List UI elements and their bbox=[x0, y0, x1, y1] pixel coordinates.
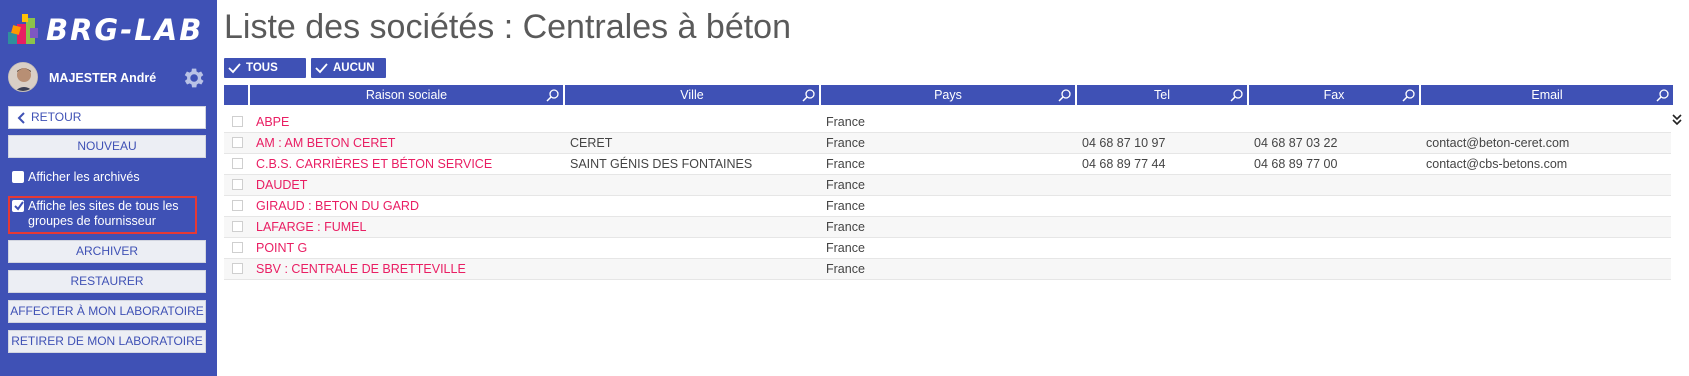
select-none-label: AUCUN bbox=[333, 62, 375, 74]
column-header-raison-sociale[interactable]: Raison sociale bbox=[250, 85, 563, 105]
show-all-sites-label-line2: groupes de fournisseur bbox=[28, 214, 156, 228]
cell-fax: 04 68 89 77 00 bbox=[1254, 157, 1338, 171]
cell-raison-sociale[interactable]: ABPE bbox=[256, 115, 289, 129]
search-icon[interactable] bbox=[1402, 88, 1416, 102]
column-label: Raison sociale bbox=[365, 88, 448, 102]
cell-ville: SAINT GÉNIS DES FONTAINES bbox=[570, 157, 753, 171]
search-icon[interactable] bbox=[1230, 88, 1244, 102]
archive-button[interactable]: ARCHIVER bbox=[8, 240, 206, 263]
row-checkbox[interactable] bbox=[232, 179, 243, 190]
check-icon bbox=[14, 201, 24, 211]
cell-pays: France bbox=[826, 220, 865, 234]
row-checkbox[interactable] bbox=[232, 137, 243, 148]
column-label: Fax bbox=[1323, 88, 1345, 102]
table-row[interactable]: SBV : CENTRALE DE BRETTEVILLE France bbox=[224, 259, 1671, 280]
show-archives-label: Afficher les archivés bbox=[28, 170, 140, 184]
select-none-button[interactable]: AUCUN bbox=[311, 58, 386, 78]
row-checkbox[interactable] bbox=[232, 242, 243, 253]
search-icon[interactable] bbox=[1656, 88, 1670, 102]
show-all-sites-label-line1: Affiche les sites de tous les bbox=[28, 199, 179, 213]
cell-ville: CERET bbox=[570, 136, 613, 150]
check-icon bbox=[228, 63, 241, 74]
cell-raison-sociale[interactable]: POINT G bbox=[256, 241, 307, 255]
column-label: Tel bbox=[1154, 88, 1170, 102]
row-checkbox[interactable] bbox=[232, 200, 243, 211]
avatar[interactable] bbox=[8, 62, 38, 92]
cell-pays: France bbox=[826, 241, 865, 255]
show-all-sites-checkbox[interactable] bbox=[12, 200, 24, 212]
header-select-column bbox=[224, 85, 248, 105]
column-label: Email bbox=[1531, 88, 1563, 102]
cell-fax: 04 68 87 03 22 bbox=[1254, 136, 1338, 150]
row-checkbox[interactable] bbox=[232, 158, 243, 169]
cell-raison-sociale[interactable]: DAUDET bbox=[256, 178, 307, 192]
column-label: Pays bbox=[934, 88, 962, 102]
table-row[interactable]: AM : AM BETON CERET CERET France 04 68 8… bbox=[224, 133, 1671, 154]
chevron-double-down-icon[interactable] bbox=[1671, 113, 1683, 127]
cell-raison-sociale[interactable]: C.B.S. CARRIÈRES ET BÉTON SERVICE bbox=[256, 157, 492, 171]
new-button[interactable]: NOUVEAU bbox=[8, 135, 206, 158]
cell-email: contact@beton-ceret.com bbox=[1426, 136, 1570, 150]
table-row[interactable]: ABPE France bbox=[224, 112, 1671, 133]
logo-text: BRG-LAB bbox=[46, 13, 204, 47]
chevron-left-icon bbox=[17, 112, 25, 124]
cell-raison-sociale[interactable]: GIRAUD : BETON DU GARD bbox=[256, 199, 419, 213]
table-row[interactable]: POINT G France bbox=[224, 238, 1671, 259]
search-icon[interactable] bbox=[802, 88, 816, 102]
row-checkbox[interactable] bbox=[232, 116, 243, 127]
table-row[interactable]: LAFARGE : FUMEL France bbox=[224, 217, 1671, 238]
column-header-ville[interactable]: Ville bbox=[565, 85, 819, 105]
cell-pays: France bbox=[826, 136, 865, 150]
check-icon bbox=[315, 63, 328, 74]
back-button[interactable]: RETOUR bbox=[8, 106, 206, 129]
row-checkbox[interactable] bbox=[232, 263, 243, 274]
back-label: RETOUR bbox=[31, 110, 82, 124]
remove-from-lab-button[interactable]: RETIRER DE MON LABORATOIRE bbox=[8, 330, 206, 353]
cell-raison-sociale[interactable]: AM : AM BETON CERET bbox=[256, 136, 395, 150]
cell-pays: France bbox=[826, 199, 865, 213]
assign-to-lab-button[interactable]: AFFECTER À MON LABORATOIRE bbox=[8, 300, 206, 323]
restore-button[interactable]: RESTAURER bbox=[8, 270, 206, 293]
show-archives-checkbox[interactable] bbox=[12, 171, 24, 183]
user-panel: MAJESTER André bbox=[8, 62, 210, 94]
main-content: Liste des sociétés : Centrales à béton T… bbox=[217, 0, 1689, 376]
cell-pays: France bbox=[826, 115, 865, 129]
table-row[interactable]: C.B.S. CARRIÈRES ET BÉTON SERVICE SAINT … bbox=[224, 154, 1671, 175]
table-row[interactable]: GIRAUD : BETON DU GARD France bbox=[224, 196, 1671, 217]
select-all-button[interactable]: TOUS bbox=[224, 58, 306, 78]
logo-icon bbox=[8, 14, 38, 44]
search-icon[interactable] bbox=[546, 88, 560, 102]
cell-pays: France bbox=[826, 178, 865, 192]
column-header-email[interactable]: Email bbox=[1421, 85, 1673, 105]
cell-raison-sociale[interactable]: SBV : CENTRALE DE BRETTEVILLE bbox=[256, 262, 466, 276]
row-checkbox[interactable] bbox=[232, 221, 243, 232]
cell-pays: France bbox=[826, 262, 865, 276]
column-label: Ville bbox=[680, 88, 704, 102]
user-name: MAJESTER André bbox=[49, 71, 157, 85]
column-header-pays[interactable]: Pays bbox=[821, 85, 1075, 105]
select-all-label: TOUS bbox=[246, 62, 278, 74]
gear-icon[interactable] bbox=[180, 65, 206, 91]
cell-email: contact@cbs-betons.com bbox=[1426, 157, 1568, 171]
app-window: BRG-LAB MAJESTER André RETOUR NOUVEAU Af… bbox=[0, 0, 1689, 376]
cell-pays: France bbox=[826, 157, 865, 171]
search-icon[interactable] bbox=[1058, 88, 1072, 102]
cell-raison-sociale[interactable]: LAFARGE : FUMEL bbox=[256, 220, 366, 234]
page-title: Liste des sociétés : Centrales à béton bbox=[224, 8, 791, 46]
table-row[interactable]: DAUDET France bbox=[224, 175, 1671, 196]
cell-tel: 04 68 89 77 44 bbox=[1082, 157, 1166, 171]
cell-tel: 04 68 87 10 97 bbox=[1082, 136, 1166, 150]
column-header-fax[interactable]: Fax bbox=[1249, 85, 1419, 105]
sidebar: BRG-LAB MAJESTER André RETOUR NOUVEAU Af… bbox=[0, 0, 217, 376]
column-header-tel[interactable]: Tel bbox=[1077, 85, 1247, 105]
app-logo[interactable]: BRG-LAB bbox=[8, 12, 208, 48]
